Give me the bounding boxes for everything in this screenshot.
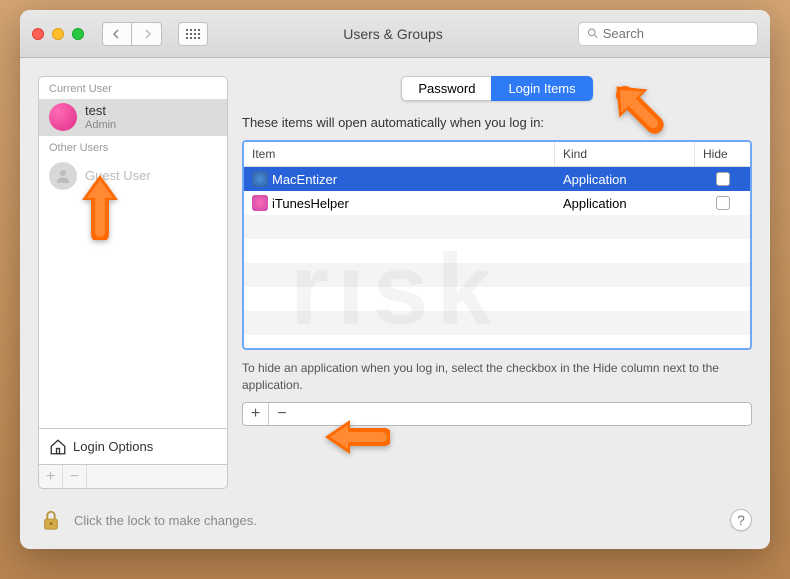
- login-options-label: Login Options: [73, 439, 153, 454]
- hide-checkbox[interactable]: [716, 172, 730, 186]
- sidebar: Current User test Admin Other Users Gues…: [38, 76, 228, 489]
- home-icon: [49, 438, 67, 456]
- lock-text: Click the lock to make changes.: [74, 513, 720, 528]
- window-controls: [32, 28, 84, 40]
- item-kind: Application: [555, 196, 695, 211]
- guest-user-name: Guest User: [85, 168, 151, 184]
- hint-text: To hide an application when you log in, …: [242, 360, 752, 394]
- add-item-button[interactable]: +: [243, 403, 269, 425]
- user-name: test: [85, 103, 116, 119]
- preferences-window: Users & Groups Current User test Admin O…: [20, 10, 770, 549]
- table-header: Item Kind Hide: [244, 142, 750, 167]
- lock-icon: [40, 509, 62, 531]
- user-add-remove-bar: + −: [38, 465, 228, 489]
- remove-user-button[interactable]: −: [63, 465, 87, 488]
- item-add-remove-bar: + −: [242, 402, 752, 426]
- show-all-button[interactable]: [178, 22, 208, 46]
- search-input[interactable]: [603, 26, 749, 41]
- user-role: Admin: [85, 119, 116, 132]
- app-icon: [252, 171, 268, 187]
- window-title: Users & Groups: [216, 26, 570, 42]
- hide-checkbox[interactable]: [716, 196, 730, 210]
- lock-button[interactable]: [38, 507, 64, 533]
- guest-avatar-icon: [49, 162, 77, 190]
- col-hide-header[interactable]: Hide: [695, 142, 750, 166]
- current-user-header: Current User: [39, 77, 227, 99]
- back-button[interactable]: [102, 22, 132, 46]
- search-field[interactable]: [578, 22, 758, 46]
- col-kind-header[interactable]: Kind: [555, 142, 695, 166]
- app-icon: [252, 195, 268, 211]
- help-button[interactable]: ?: [730, 509, 752, 531]
- table-row[interactable]: MacEntizer Application: [244, 167, 750, 191]
- search-icon: [587, 27, 599, 40]
- login-options-button[interactable]: Login Options: [38, 429, 228, 465]
- tab-password[interactable]: Password: [401, 76, 491, 101]
- user-row-guest[interactable]: Guest User: [39, 158, 227, 194]
- item-name: MacEntizer: [272, 172, 337, 187]
- forward-button[interactable]: [132, 22, 162, 46]
- footer: Click the lock to make changes. ?: [20, 507, 770, 549]
- table-row-empty: [244, 263, 750, 287]
- item-name: iTunesHelper: [272, 196, 349, 211]
- table-row-empty: [244, 215, 750, 239]
- remove-item-button[interactable]: −: [269, 403, 295, 425]
- main-panel: Password Login Items These items will op…: [242, 76, 752, 489]
- tab-segment: Password Login Items: [401, 76, 592, 101]
- user-row-test[interactable]: test Admin: [39, 99, 227, 136]
- zoom-button[interactable]: [72, 28, 84, 40]
- user-list: Current User test Admin Other Users Gues…: [38, 76, 228, 429]
- add-user-button[interactable]: +: [39, 465, 63, 488]
- description-text: These items will open automatically when…: [242, 115, 752, 130]
- nav-buttons: [102, 22, 162, 46]
- minimize-button[interactable]: [52, 28, 64, 40]
- close-button[interactable]: [32, 28, 44, 40]
- table-row-empty: [244, 239, 750, 263]
- table-row-empty: [244, 311, 750, 335]
- titlebar: Users & Groups: [20, 10, 770, 58]
- item-kind: Application: [555, 172, 695, 187]
- avatar-icon: [49, 103, 77, 131]
- col-item-header[interactable]: Item: [244, 142, 555, 166]
- login-items-table: Item Kind Hide MacEntizer Application iT…: [242, 140, 752, 350]
- other-users-header: Other Users: [39, 136, 227, 158]
- table-row-empty: [244, 287, 750, 311]
- table-row[interactable]: iTunesHelper Application: [244, 191, 750, 215]
- tab-login-items[interactable]: Login Items: [491, 76, 592, 101]
